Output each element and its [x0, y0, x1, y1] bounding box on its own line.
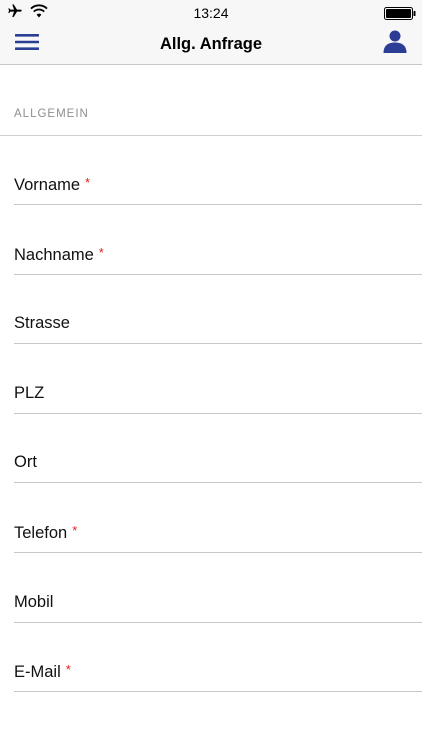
field-label: E-Mail *: [14, 662, 71, 682]
form-field-ort[interactable]: Ort: [14, 450, 422, 484]
field-label-text: Nachname: [14, 245, 94, 264]
field-label-text: E-Mail: [14, 663, 61, 682]
form-field-nachname[interactable]: Nachname *: [14, 242, 422, 275]
navigation-bar: Allg. Anfrage: [0, 26, 422, 65]
required-marker: *: [85, 175, 91, 190]
field-label: Telefon *: [14, 523, 77, 543]
required-marker: *: [98, 244, 104, 260]
status-time: 13:24: [193, 5, 229, 21]
user-profile-icon: [383, 29, 407, 58]
field-label: Mobil: [14, 593, 53, 612]
form-field-mobil[interactable]: Mobil: [14, 590, 422, 623]
page-title: Allg. Anfrage: [159, 35, 263, 53]
section-divider: [0, 135, 422, 136]
field-label-text: Vorname: [14, 176, 81, 194]
status-bar: 13:24: [0, 0, 422, 26]
form-field-telefon[interactable]: Telefon *: [14, 520, 422, 553]
form-field-e-mail[interactable]: E-Mail *: [14, 659, 422, 693]
profile-button[interactable]: [382, 30, 408, 56]
field-label: Strasse: [14, 314, 70, 333]
required-marker: *: [72, 523, 78, 538]
field-label: Ort: [14, 453, 37, 472]
form-field-plz[interactable]: PLZ: [14, 381, 422, 414]
form-field-strasse[interactable]: Strasse: [14, 311, 422, 345]
field-label-text: Strasse: [14, 314, 70, 333]
section-header: ALLGEMEIN: [14, 108, 89, 120]
field-label-text: Ort: [14, 453, 37, 472]
field-label: Vorname *: [14, 175, 90, 195]
battery-icon: [384, 7, 416, 25]
field-label: Nachname *: [14, 245, 104, 265]
field-label-text: Telefon: [14, 524, 68, 542]
required-marker: *: [65, 662, 71, 678]
field-label: PLZ: [14, 384, 44, 403]
field-label-text: PLZ: [14, 383, 45, 402]
field-label-text: Mobil: [14, 592, 54, 611]
form-field-vorname[interactable]: Vorname *: [14, 172, 422, 205]
